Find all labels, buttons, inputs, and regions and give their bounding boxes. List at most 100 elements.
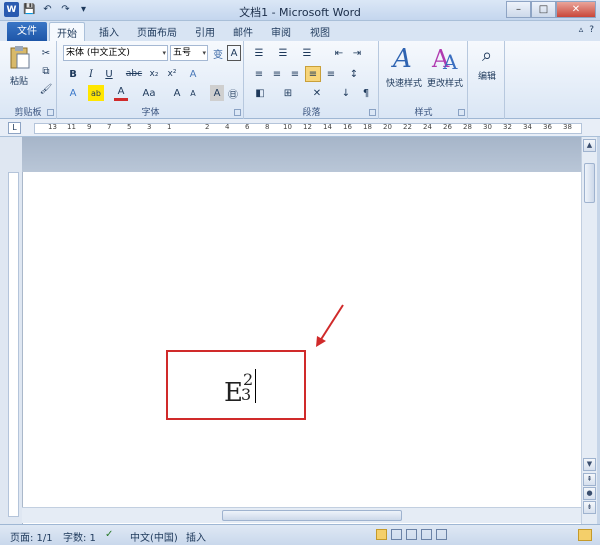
help-area: ▵ ? [579, 25, 594, 35]
equation-subscript: 3 [241, 385, 252, 404]
styles-launcher-icon[interactable] [458, 109, 465, 116]
tab-view[interactable]: 视图 [310, 24, 330, 39]
web-layout-view-icon[interactable] [406, 529, 417, 540]
status-language[interactable]: 中文(中国) [130, 529, 178, 544]
text-cursor [255, 369, 256, 403]
font-size-select[interactable]: 五号 ▾ [170, 45, 208, 61]
window-controls: – □ ✕ [506, 1, 596, 18]
sort-icon[interactable]: ↓ [339, 85, 353, 101]
previous-page-button[interactable]: ⇞ [583, 473, 596, 486]
status-word-count[interactable]: 字数: 1 [63, 529, 96, 544]
full-screen-view-icon[interactable] [391, 529, 402, 540]
font-group-label: 字体 [141, 108, 160, 118]
paste-button[interactable]: 粘贴 [6, 45, 32, 87]
left-panel [0, 137, 22, 524]
clipboard-launcher-icon[interactable] [47, 109, 54, 116]
binoculars-icon: ⌕ [481, 45, 493, 66]
paragraph-launcher-icon[interactable] [369, 109, 376, 116]
svg-text:A: A [442, 50, 458, 73]
print-layout-view-icon[interactable] [376, 529, 387, 540]
font-color-icon[interactable]: A [114, 85, 128, 101]
increase-indent-icon[interactable]: ⇥ [349, 45, 365, 61]
underline-button[interactable]: U [102, 66, 116, 82]
chevron-down-icon: ▾ [162, 49, 166, 57]
ribbon-tabs: 文件 开始 插入 页面布局 引用 邮件 审阅 视图 ▵ ? [0, 21, 600, 42]
horizontal-scroll-thumb[interactable] [222, 510, 402, 521]
character-border-icon[interactable]: A [227, 45, 241, 61]
cut-icon[interactable]: ✂ [38, 45, 54, 61]
italic-button[interactable]: I [84, 66, 98, 82]
ribbon: 粘贴 ✂ ⧉ 🖌 剪贴板 宋体 (中文正文) ▾ 五号 ▾ 变 A B I U ab… [0, 41, 600, 119]
bullets-icon[interactable]: ☰ [251, 45, 267, 61]
show-marks-icon[interactable]: ¶ [359, 85, 373, 101]
paragraph-group-label: 段落 [302, 108, 321, 118]
copy-icon[interactable]: ⧉ [38, 63, 54, 79]
justify-button[interactable]: ≡ [305, 66, 321, 82]
grow-font-icon[interactable]: A [170, 85, 184, 101]
change-case-icon[interactable]: Aa [140, 85, 158, 101]
close-button[interactable]: ✕ [556, 1, 596, 18]
horizontal-scrollbar[interactable] [22, 507, 581, 523]
align-right-button[interactable]: ≡ [287, 66, 303, 82]
character-shading-icon[interactable]: A [210, 85, 224, 101]
tab-mailings[interactable]: 邮件 [233, 24, 253, 39]
minimize-button[interactable]: – [506, 1, 531, 18]
quick-styles-button[interactable]: A 快速样式 [384, 43, 424, 89]
editing-group: ⌕ 编辑 [469, 41, 505, 119]
subscript-button[interactable]: x₂ [146, 66, 162, 82]
shrink-font-icon[interactable]: A [186, 85, 200, 101]
next-page-button[interactable]: ⇟ [583, 501, 596, 514]
maximize-button[interactable]: □ [531, 1, 556, 18]
center-button[interactable]: ≡ [269, 66, 285, 82]
font-launcher-icon[interactable] [234, 109, 241, 116]
vertical-scrollbar[interactable]: ▲ ▼ ⇞ ● ⇟ [581, 137, 597, 524]
outline-view-icon[interactable] [421, 529, 432, 540]
scroll-down-button[interactable]: ▼ [583, 458, 596, 471]
bold-button[interactable]: B [66, 66, 80, 82]
vertical-ruler[interactable] [8, 172, 19, 517]
format-painter-icon[interactable]: 🖌 [38, 81, 54, 97]
minimize-ribbon-icon[interactable]: ▵ [579, 25, 584, 35]
vertical-scroll-thumb[interactable] [584, 163, 595, 203]
multilevel-list-icon[interactable]: ☰ [299, 45, 315, 61]
tab-page-layout[interactable]: 页面布局 [137, 24, 177, 39]
select-browse-object-button[interactable]: ● [583, 487, 596, 500]
tab-insert[interactable]: 插入 [99, 24, 119, 39]
text-effects-icon[interactable]: A [66, 85, 80, 101]
horizontal-ruler: L 13 11 9 7 5 3 1 2 4 6 8 10 12 14 16 18… [0, 119, 600, 137]
editing-button[interactable]: ⌕ 编辑 [472, 45, 502, 82]
distributed-button[interactable]: ≡ [323, 66, 339, 82]
zoom-icon[interactable] [578, 529, 592, 541]
borders-icon[interactable]: ⊞ [279, 85, 297, 101]
scroll-up-button[interactable]: ▲ [583, 139, 596, 152]
phonetic-guide-icon[interactable]: 变 [211, 45, 225, 61]
status-insert-mode[interactable]: 插入 [186, 529, 206, 544]
chinese-layout-icon[interactable]: ✕ [309, 85, 325, 101]
styles-group: A 快速样式 AA 更改样式 样式 [380, 41, 468, 119]
draft-view-icon[interactable] [436, 529, 447, 540]
strikethrough-button[interactable]: abc [124, 66, 144, 82]
tab-home[interactable]: 开始 [49, 22, 85, 42]
tab-review[interactable]: 审阅 [271, 24, 291, 39]
ruler-strip[interactable]: 13 11 9 7 5 3 1 2 4 6 8 10 12 14 16 18 2… [34, 123, 582, 134]
shading-icon[interactable]: ◧ [251, 85, 269, 101]
superscript-button[interactable]: x² [164, 66, 180, 82]
status-page-count[interactable]: 页面: 1/1 [10, 529, 53, 544]
decrease-indent-icon[interactable]: ⇤ [331, 45, 347, 61]
line-spacing-icon[interactable]: ↕ [345, 66, 363, 82]
tab-file[interactable]: 文件 [7, 22, 47, 41]
tab-selector[interactable]: L [8, 122, 21, 134]
proofing-icon[interactable]: ✓ [105, 529, 113, 540]
quick-styles-icon: A [391, 44, 412, 74]
font-family-select[interactable]: 宋体 (中文正文) ▾ [63, 45, 168, 61]
change-styles-button[interactable]: AA 更改样式 [424, 43, 466, 89]
clear-formatting-icon[interactable]: A [186, 66, 200, 82]
document-page[interactable] [23, 172, 581, 524]
help-icon[interactable]: ? [589, 25, 594, 35]
font-group: 宋体 (中文正文) ▾ 五号 ▾ 变 A B I U abc x₂ x² A A a… [58, 41, 244, 119]
highlight-icon[interactable]: ab [88, 85, 104, 101]
tab-references[interactable]: 引用 [195, 24, 215, 39]
align-left-button[interactable]: ≡ [251, 66, 267, 82]
enclose-characters-icon[interactable]: ㊐ [226, 85, 240, 101]
numbering-icon[interactable]: ☰ [275, 45, 291, 61]
